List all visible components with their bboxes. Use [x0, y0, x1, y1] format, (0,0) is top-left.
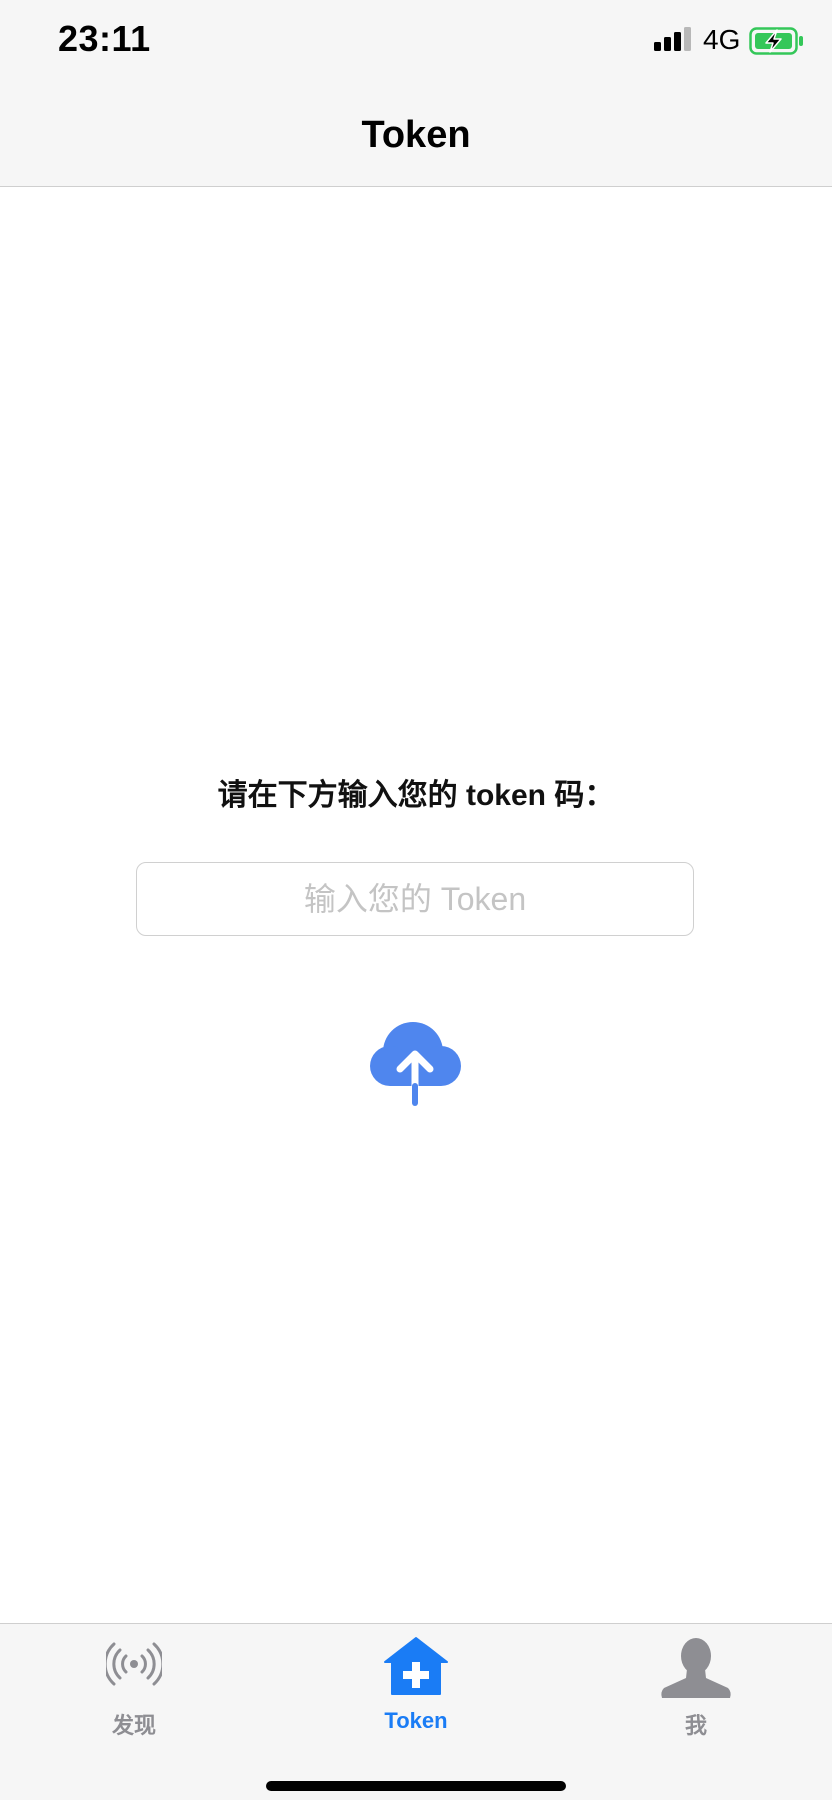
- token-prompt: 请在下方输入您的 token 码：: [217, 779, 615, 812]
- tab-discover[interactable]: 发现: [54, 1624, 214, 1744]
- network-type: 4G: [703, 24, 741, 55]
- user-icon: [661, 1638, 731, 1698]
- status-bar: 23:11 4G: [0, 0, 832, 86]
- tab-bar: 发现 Token 我: [0, 1623, 832, 1800]
- page-title: Token: [361, 114, 471, 156]
- tab-me[interactable]: 我: [616, 1624, 776, 1744]
- home-indicator[interactable]: [266, 1781, 566, 1791]
- tab-label: 我: [684, 1713, 707, 1738]
- home-plus-icon: [384, 1637, 448, 1695]
- tab-token[interactable]: Token: [336, 1624, 496, 1744]
- navigation-bar: Token: [0, 86, 832, 187]
- battery-charging-icon: [749, 27, 803, 55]
- signal-icon: [654, 27, 691, 51]
- cloud-upload-icon[interactable]: [366, 1015, 464, 1107]
- tab-label: 发现: [111, 1713, 156, 1738]
- broadcast-icon: [106, 1642, 162, 1686]
- status-time: 23:11: [58, 18, 151, 59]
- token-input[interactable]: [136, 862, 694, 936]
- tab-label: Token: [384, 1708, 448, 1733]
